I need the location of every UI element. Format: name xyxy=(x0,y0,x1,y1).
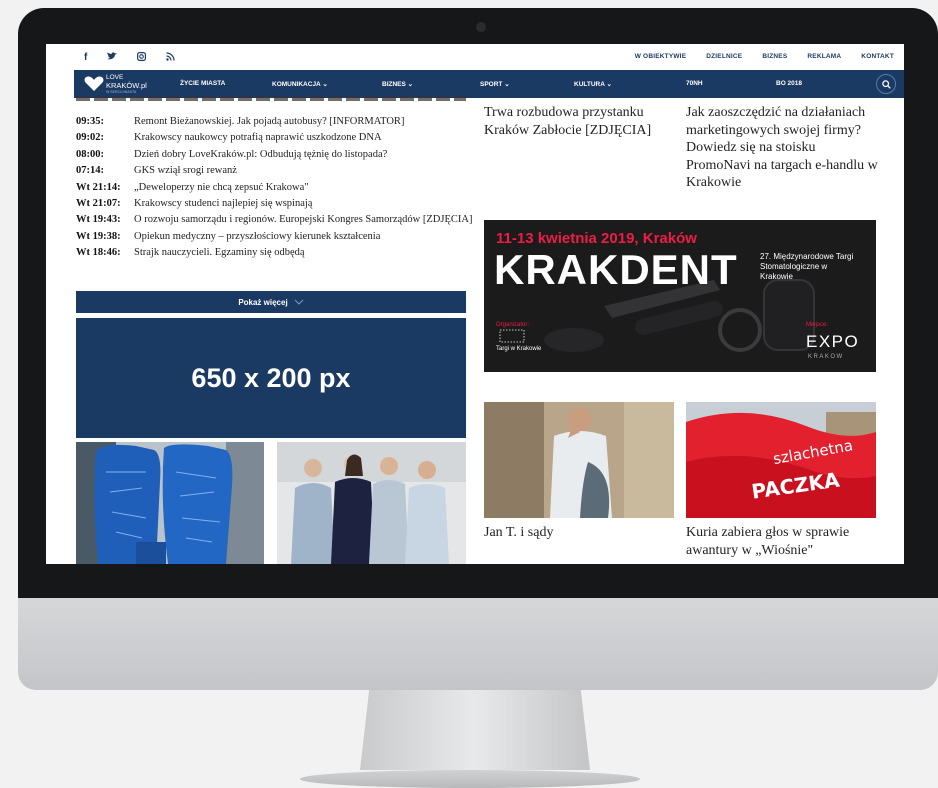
monitor-stand xyxy=(360,690,590,770)
toplink-dzielnice[interactable]: DZIELNICE xyxy=(706,53,742,60)
chevron-down-icon xyxy=(294,299,304,305)
news-time: 08:00: xyxy=(76,148,104,160)
nav-sport[interactable]: SPORT ⌄ xyxy=(480,80,510,88)
show-more-label: Pokaż więcej xyxy=(238,297,288,307)
caption-kuria[interactable]: Kuria zabiera głos w sprawie awantury w … xyxy=(686,524,882,560)
top-bar: f W OBIEKTYWIE DZIELNICE BIZNES REKLAMA … xyxy=(46,44,904,70)
monitor-chin xyxy=(18,598,938,690)
ad-placeholder[interactable]: 650 x 200 px xyxy=(76,318,466,438)
social-links: f xyxy=(84,52,175,64)
news-title[interactable]: Krakowscy naukowcy potrafią naprawić usz… xyxy=(134,130,476,146)
toplink-w-obiektywie[interactable]: W OBIEKTYWIE xyxy=(635,53,687,60)
nav-items: ŻYCIE MIASTA KOMUNIKACJA ⌄ BIZNES ⌄ SPOR… xyxy=(74,80,904,90)
cropped-heading xyxy=(76,96,466,102)
krakdent-place-label: Miejsce: xyxy=(806,322,829,328)
krakdent-title: KRAKDENT xyxy=(494,246,738,293)
news-time: Wt 19:38: xyxy=(76,230,121,242)
news-title[interactable]: „Deweloperzy nie chcą zepsuć Krakowa" xyxy=(134,180,476,196)
list-item[interactable]: 07:14: GKS wziął srogi rewanż xyxy=(76,163,476,179)
news-list: 09:35: Remont Bieżanowskiej. Jak pojadą a… xyxy=(76,114,476,262)
monitor-stand-base xyxy=(300,770,640,788)
news-title[interactable]: GKS wziął srogi rewanż xyxy=(134,163,476,179)
krakdent-organizer: Targi w Krakowie xyxy=(496,346,542,352)
szlachetna-paczka-photo[interactable]: szlachetna PACZKA xyxy=(686,402,876,518)
krakdent-banner[interactable]: 11-13 kwietnia 2019, Kraków KRAKDENT 27.… xyxy=(484,220,876,372)
nav-bo-2018[interactable]: BO 2018 xyxy=(776,80,802,87)
expo-logo: EXPO xyxy=(806,332,860,351)
news-time: 09:02: xyxy=(76,132,104,144)
scientists-photo[interactable] xyxy=(277,442,466,564)
news-title[interactable]: Krakowscy studenci najlepiej się wspinaj… xyxy=(134,196,476,212)
twitter-icon[interactable] xyxy=(107,52,118,64)
news-title[interactable]: Dzień dobry LoveKraków.pl: Odbudują tężn… xyxy=(134,147,476,163)
toplink-biznes[interactable]: BIZNES xyxy=(762,53,787,60)
camera-dot xyxy=(476,22,486,32)
jan-t-photo[interactable] xyxy=(484,402,674,518)
list-item[interactable]: Wt 19:38: Opiekun medyczny – przyszłościo… xyxy=(76,229,476,245)
expo-city: KRAKOW xyxy=(808,354,844,360)
news-time: Wt 21:07: xyxy=(76,198,121,210)
news-time: 09:35: xyxy=(76,116,104,127)
rss-icon[interactable] xyxy=(166,52,175,64)
bus-seats-photo[interactable] xyxy=(76,442,264,564)
list-item[interactable]: Wt 19:43: O rozwoju samorządu i regionów.… xyxy=(76,212,476,228)
logo-line3: W SERCU MIASTA xyxy=(106,90,137,94)
toplink-reklama[interactable]: REKLAMA xyxy=(807,53,841,60)
news-title[interactable]: Opiekun medyczny – przyszłościowy kierun… xyxy=(134,229,476,245)
list-item[interactable]: 09:02: Krakowscy naukowcy potrafią napraw… xyxy=(76,130,476,146)
nav-kultura[interactable]: KULTURA ⌄ xyxy=(574,80,612,88)
list-item[interactable]: 09:35: Remont Bieżanowskiej. Jak pojadą a… xyxy=(76,114,476,130)
news-time: Wt 18:46: xyxy=(76,247,121,259)
krakdent-description: 27. Międzynarodowe Targi Stomatologiczne… xyxy=(760,252,854,281)
article-zablocie[interactable]: Trwa rozbudowa przystanku Kraków Zabłoci… xyxy=(484,104,674,139)
show-more-button[interactable]: Pokaż więcej xyxy=(76,291,466,313)
news-title[interactable]: O rozwoju samorządu i regionów. Europejs… xyxy=(134,212,476,228)
nav-biznes[interactable]: BIZNES ⌄ xyxy=(382,80,413,88)
news-title[interactable]: Remont Bieżanowskiej. Jak pojadą autobus… xyxy=(134,114,476,130)
news-time: Wt 19:43: xyxy=(76,214,121,226)
nav-70nh[interactable]: 70NH xyxy=(686,80,703,87)
list-item[interactable]: Wt 21:07: Krakowscy studenci najlepiej si… xyxy=(76,196,476,212)
ad-size-label: 650 x 200 px xyxy=(191,362,351,393)
website-screen: f W OBIEKTYWIE DZIELNICE BIZNES REKLAMA … xyxy=(46,44,904,564)
main-nav: LOVE KRAKÓW.pl W SERCU MIASTA ŻYCIE MIAS… xyxy=(74,70,904,98)
instagram-icon[interactable] xyxy=(137,52,147,64)
search-icon xyxy=(881,79,891,89)
caption-jan-t[interactable]: Jan T. i sądy xyxy=(484,524,674,542)
news-title[interactable]: Strajk nauczycieli. Egzaminy się odbędą xyxy=(134,245,476,261)
search-button[interactable] xyxy=(876,74,896,94)
krakdent-organizer-label: Organizator: xyxy=(496,322,530,328)
krakdent-date: 11-13 kwietnia 2019, Kraków xyxy=(496,230,697,247)
list-item[interactable]: 08:00: Dzień dobry LoveKraków.pl: Odbuduj… xyxy=(76,147,476,163)
facebook-icon[interactable]: f xyxy=(84,52,87,64)
news-time: 07:14: xyxy=(76,165,104,177)
nav-zycie-miasta[interactable]: ŻYCIE MIASTA xyxy=(180,80,225,87)
list-item[interactable]: Wt 21:14: „Deweloperzy nie chcą zepsuć Kr… xyxy=(76,180,476,196)
toplink-kontakt[interactable]: KONTAKT xyxy=(861,53,894,60)
news-time: Wt 21:14: xyxy=(76,181,121,193)
top-links: W OBIEKTYWIE DZIELNICE BIZNES REKLAMA KO… xyxy=(635,53,894,60)
nav-komunikacja[interactable]: KOMUNIKACJA ⌄ xyxy=(272,80,328,88)
list-item[interactable]: Wt 18:46: Strajk nauczycieli. Egzaminy si… xyxy=(76,245,476,261)
article-promonavi[interactable]: Jak zaoszczędzić na działaniach marketin… xyxy=(686,104,882,192)
